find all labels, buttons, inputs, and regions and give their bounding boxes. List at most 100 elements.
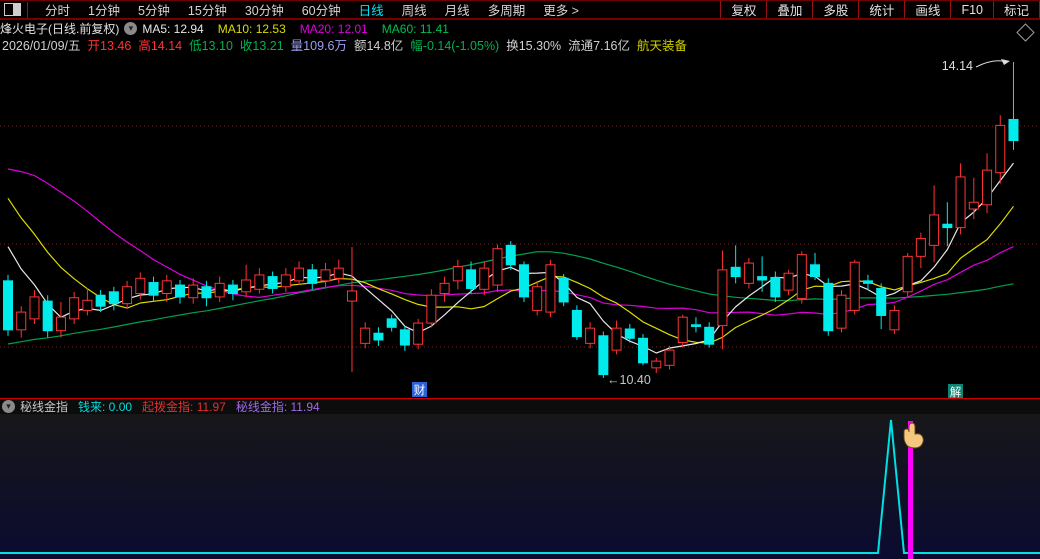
candle <box>690 317 701 333</box>
info-field-2: 高14.14 <box>138 39 183 53</box>
info-field-8: 换15.30% <box>506 39 562 53</box>
candle <box>320 263 331 287</box>
tab-日线[interactable]: 日线 <box>359 0 384 19</box>
ohlc-info-row: 2026/01/09/五 开13.46 高14.14 低13.10 收13.21 量109… <box>2 36 1040 53</box>
candlestick-chart: 14.14 ←10.40 财 解 <box>0 59 1040 398</box>
toolbar-button-标记[interactable]: 标记 <box>992 1 1040 18</box>
tab-30分钟[interactable]: 30分钟 <box>245 0 284 19</box>
candle <box>386 314 397 332</box>
tab-15分钟[interactable]: 15分钟 <box>188 0 227 19</box>
info-field-10: 航天装备 <box>636 39 687 53</box>
candle <box>214 276 225 302</box>
ma-line <box>7 197 1014 344</box>
candle <box>148 276 159 302</box>
candle <box>783 269 794 296</box>
candle <box>558 274 569 307</box>
candle <box>796 251 807 304</box>
candle <box>294 261 305 286</box>
ma-label-MA20: MA20: 12.01 <box>299 21 368 36</box>
ma-value-list: MA5: 12.94 MA10: 12.53 MA20: 12.01 MA60: 11… <box>142 22 463 36</box>
candle <box>532 280 543 316</box>
chart-marker-解[interactable]: 解 <box>948 384 963 398</box>
info-field-9: 流通7.16亿 <box>568 39 630 53</box>
toolbar-button-统计[interactable]: 统计 <box>858 1 904 18</box>
tab-多周期[interactable]: 多周期 <box>488 0 526 19</box>
candle <box>16 306 27 338</box>
candle <box>571 305 582 340</box>
candle <box>1008 62 1019 150</box>
candle <box>929 185 940 263</box>
indicator-chevron-icon[interactable]: ▾ <box>2 400 15 413</box>
candle <box>241 264 252 297</box>
candle <box>505 241 516 270</box>
candle <box>82 288 93 316</box>
indicator-value-list: 钱来: 0.00 起拨金指: 11.97 秘线金指: 11.94 <box>78 398 330 415</box>
candle <box>876 283 887 329</box>
tab-周线[interactable]: 周线 <box>402 0 427 19</box>
indicator-value-钱来: 钱来: 0.00 <box>78 400 133 414</box>
candle <box>545 259 556 318</box>
tab-月线[interactable]: 月线 <box>445 0 470 19</box>
candle <box>902 252 913 297</box>
candle <box>598 331 609 378</box>
stock-info-row: 烽火电子(日线.前复权) ▾ MA5: 12.94 MA10: 12.53 MA20… <box>0 21 1040 37</box>
indicator-header: ▾ 秘线金指 钱来: 0.00 起拨金指: 11.97 秘线金指: 11.94 <box>0 398 1040 414</box>
candle <box>69 291 80 324</box>
panel-toggle-icon[interactable] <box>4 3 21 16</box>
candle <box>267 271 278 294</box>
indicator-line <box>0 419 1040 554</box>
candle <box>995 115 1006 184</box>
candle <box>638 334 649 366</box>
ma-label-MA60: MA60: 11.41 <box>381 21 449 36</box>
low-price-label: ←10.40 <box>607 373 651 387</box>
candle <box>360 322 371 349</box>
indicator-value-起拨金指: 起拨金指: 11.97 <box>142 400 226 414</box>
candle <box>3 274 13 336</box>
period-tab-bar: 分时 1分钟 5分钟 15分钟 30分钟 60分钟 日线 周线 月线 多周期 更多 > 复权 叠加 多股… <box>0 0 1040 20</box>
candle <box>757 256 768 292</box>
candle <box>915 232 926 269</box>
candle <box>836 290 847 333</box>
candle <box>439 276 450 302</box>
toolbar-button-叠加[interactable]: 叠加 <box>766 1 812 18</box>
candle <box>227 279 238 301</box>
tab-更多 >[interactable]: 更多 > <box>543 0 579 19</box>
candle <box>254 268 265 294</box>
candle <box>677 314 688 348</box>
chevron-down-icon[interactable]: ▾ <box>124 22 138 35</box>
info-field-7: 幅-0.14(-1.05%) <box>410 39 500 53</box>
candle <box>770 271 781 302</box>
tab-60分钟[interactable]: 60分钟 <box>302 0 341 19</box>
candle <box>810 252 821 280</box>
toolbar-button-复权[interactable]: 复权 <box>720 1 766 18</box>
candle <box>942 202 953 247</box>
tab-1分钟[interactable]: 1分钟 <box>88 0 120 19</box>
high-arrow <box>975 60 1008 68</box>
candle <box>426 289 437 328</box>
candle <box>307 263 318 290</box>
candle <box>466 261 477 294</box>
candle <box>518 261 529 302</box>
candle <box>479 261 490 296</box>
info-field-3: 低13.10 <box>189 39 233 53</box>
indicator-title: 秘线金指 <box>20 400 69 414</box>
candle <box>585 322 596 349</box>
ma-label-MA5: MA5: 12.94 <box>142 21 204 36</box>
tab-list: 分时 1分钟 5分钟 15分钟 30分钟 60分钟 日线 周线 月线 多周期 更多 > <box>36 0 588 19</box>
ma-label-MA10: MA10: 12.53 <box>217 21 286 36</box>
candle <box>29 290 40 324</box>
indicator-value-秘线金指: 秘线金指: 11.94 <box>235 400 320 414</box>
toolbar-right-buttons: 复权 叠加 多股 统计 画线 F10 标记 <box>720 1 1040 18</box>
toolbar-button-画线[interactable]: 画线 <box>904 1 950 18</box>
candle <box>730 245 741 284</box>
chart-marker-财[interactable]: 财 <box>412 382 427 397</box>
toolbar-button-多股[interactable]: 多股 <box>812 1 858 18</box>
info-field-6: 额14.8亿 <box>353 39 404 53</box>
candle <box>611 320 622 355</box>
high-price-label: 14.14 <box>942 59 973 73</box>
candle <box>333 259 344 284</box>
tab-分时[interactable]: 分时 <box>45 0 70 19</box>
toolbar-button-F10[interactable]: F10 <box>950 1 993 18</box>
candle <box>42 295 53 338</box>
tab-5分钟[interactable]: 5分钟 <box>138 0 170 19</box>
